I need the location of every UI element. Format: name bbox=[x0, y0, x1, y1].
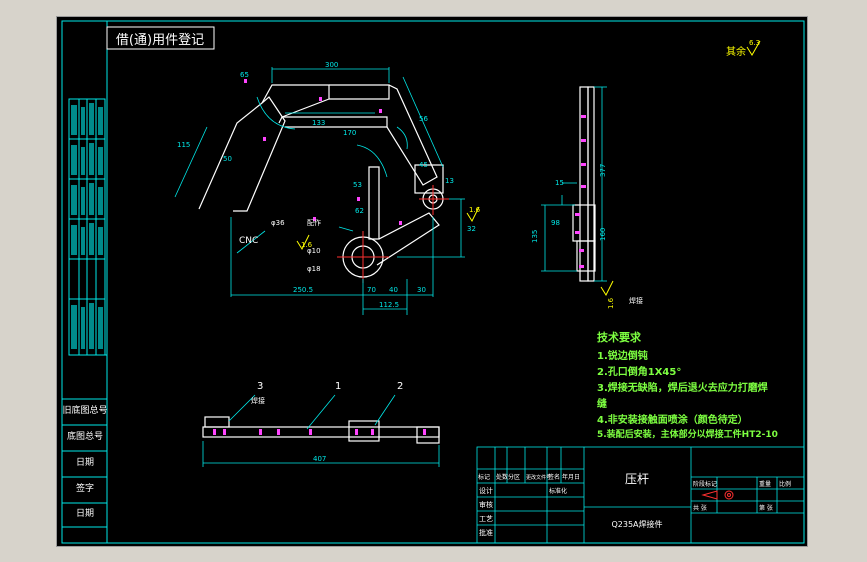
part-material: Q235A焊接件 bbox=[611, 519, 662, 529]
left-field-5: 日期 bbox=[76, 508, 94, 519]
tb-label-count: 处数 bbox=[496, 473, 508, 481]
hole-note: 配作 bbox=[307, 218, 321, 227]
surface-finish-label: 其余 bbox=[726, 45, 746, 58]
left-field-3: 日期 bbox=[76, 457, 94, 468]
left-field-2: 底图总号 bbox=[67, 430, 103, 442]
drawing-sheet[interactable]: 借(通)用件登记 旧底图总号 底图总号 日期 签字 日期 其余 6.3 300 … bbox=[56, 16, 808, 547]
dim-377: 377 bbox=[599, 164, 607, 177]
dim-112-5: 112.5 bbox=[379, 301, 399, 309]
ra-1-6-c: 1.6 bbox=[607, 297, 615, 309]
bottom-view-markers bbox=[213, 429, 426, 435]
dim-170: 170 bbox=[343, 129, 356, 137]
dim-45: 45 bbox=[419, 161, 428, 169]
tb-label-date: 年月日 bbox=[562, 473, 580, 481]
drawing-canvas: 借(通)用件登记 旧底图总号 底图总号 日期 签字 日期 其余 6.3 300 … bbox=[61, 20, 805, 544]
dim-13: 13 bbox=[445, 177, 454, 185]
dim-30: 30 bbox=[417, 286, 426, 294]
dim-300: 300 bbox=[325, 61, 338, 69]
balloon-1: 1 bbox=[335, 381, 341, 392]
tb-label-sign: 签名 bbox=[548, 473, 560, 481]
tb-role-design: 设计 bbox=[479, 486, 493, 495]
main-view-part bbox=[198, 84, 444, 278]
tb-role-process: 工艺 bbox=[479, 515, 493, 523]
tech-req-title: 技术要求 bbox=[597, 331, 641, 344]
main-view-dimensions bbox=[174, 67, 465, 315]
dim-250-5: 250.5 bbox=[293, 286, 313, 294]
weld-note: 焊接 bbox=[629, 296, 643, 305]
tb-weight: 重量 bbox=[759, 480, 771, 488]
tech-req-line-3: 3.焊接无缺陷，焊后退火去应力打磨焊 bbox=[597, 383, 768, 394]
part-name: 压杆 bbox=[625, 472, 649, 486]
left-field-4: 签字 bbox=[76, 482, 94, 494]
cnc-note: CNC bbox=[239, 236, 258, 246]
balloon-2: 2 bbox=[397, 381, 403, 392]
weld-note-bottom: 焊接 bbox=[251, 396, 265, 405]
dim-50: 50 bbox=[223, 155, 232, 163]
tb-label-mark: 标记 bbox=[478, 473, 490, 481]
tb-sheet-total: 共 张 bbox=[693, 504, 707, 512]
ra-1-6-b: 1.6 bbox=[469, 206, 481, 214]
dim-160: 160 bbox=[599, 228, 607, 241]
left-field-1: 旧底图总号 bbox=[62, 404, 107, 416]
dim-70: 70 bbox=[367, 286, 376, 294]
dim-53: 53 bbox=[353, 181, 362, 189]
dim-phi36: φ36 bbox=[271, 219, 285, 227]
tech-req-line-2: 2.孔口倒角1X45° bbox=[597, 367, 682, 378]
dim-65: 65 bbox=[240, 71, 249, 79]
cad-viewport[interactable]: 借(通)用件登记 旧底图总号 底图总号 日期 签字 日期 其余 6.3 300 … bbox=[0, 0, 867, 562]
dim-56: 56 bbox=[419, 115, 428, 123]
projection-symbol bbox=[701, 490, 734, 500]
tb-sheet-no: 第 张 bbox=[759, 504, 773, 512]
main-view-centerlines bbox=[337, 185, 449, 283]
balloon-3: 3 bbox=[257, 381, 263, 392]
dim-407: 407 bbox=[313, 455, 326, 463]
tb-label-zone: 分区 bbox=[508, 473, 520, 481]
side-view-dimensions bbox=[541, 86, 607, 282]
tb-stage: 阶段标记 bbox=[693, 480, 717, 488]
tb-role-review: 审核 bbox=[479, 500, 493, 509]
surface-finish-value: 6.3 bbox=[749, 39, 760, 47]
dim-98: 98 bbox=[551, 219, 560, 227]
dim-phi18: φ18 bbox=[307, 265, 321, 273]
tb-standard: 标准化 bbox=[549, 487, 567, 495]
tech-req-line-1: 1.锐边倒钝 bbox=[597, 351, 648, 362]
dim-15: 15 bbox=[555, 179, 564, 187]
dim-133: 133 bbox=[312, 119, 325, 127]
tb-scale: 比例 bbox=[779, 480, 791, 488]
dim-62: 62 bbox=[355, 207, 364, 215]
roughness-symbols bbox=[296, 206, 480, 251]
ra-1-6-a: 1.6 bbox=[301, 241, 313, 249]
tech-req-line-6: 5.装配后安装，主体部分以焊接工件HT2-10 bbox=[597, 430, 778, 440]
dim-40: 40 bbox=[389, 286, 398, 294]
side-roughness bbox=[600, 280, 614, 297]
dim-32: 32 bbox=[467, 225, 476, 233]
tb-role-approve: 批准 bbox=[479, 528, 493, 537]
tech-req-line-4: 缝 bbox=[597, 399, 607, 410]
dim-135: 135 bbox=[531, 230, 539, 243]
inner-frame bbox=[106, 20, 805, 544]
bottom-view-part bbox=[202, 416, 440, 444]
dim-115: 115 bbox=[177, 141, 190, 149]
tech-req-line-5: 4.非安装接触面喷涂（颜色待定） bbox=[597, 415, 748, 426]
stamp-text: 借(通)用件登记 bbox=[116, 33, 204, 48]
